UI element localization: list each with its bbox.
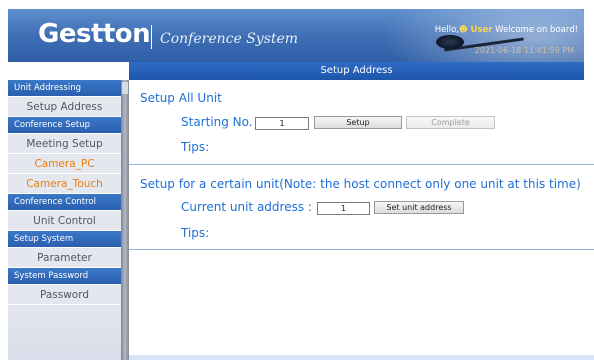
setup-all-title: Setup All Unit	[140, 91, 222, 105]
setup-button[interactable]: Setup	[314, 116, 402, 129]
welcome-text: Welcome on board!	[495, 25, 578, 35]
welcome-message: Hello,☻ User Welcome on board!	[435, 25, 578, 36]
sidebar: Unit Addressing Setup Address Conference…	[8, 80, 121, 360]
sidebar-item-camera-pc[interactable]: Camera_PC	[8, 154, 121, 174]
app-header: Gestton Conference System Hello,☻ User W…	[8, 9, 584, 62]
app-subtitle: Conference System	[160, 31, 299, 47]
main-content: Setup All Unit Starting No. 1 Setup Comp…	[129, 80, 594, 360]
starting-no-input[interactable]: 1	[255, 117, 309, 130]
current-unit-address-label: Current unit address :	[181, 200, 312, 214]
nav-group-system-password[interactable]: System Password	[8, 268, 121, 285]
sidebar-item-parameter[interactable]: Parameter	[8, 248, 121, 268]
nav-group-conference-setup[interactable]: Conference Setup	[8, 117, 121, 134]
brand-logo: Gestton	[38, 19, 151, 49]
sidebar-item-camera-touch[interactable]: Camera_Touch	[8, 174, 121, 194]
section-divider	[129, 164, 594, 165]
brand-divider	[151, 25, 152, 49]
set-unit-address-button[interactable]: Set unit address	[374, 201, 464, 214]
section-divider-bottom	[129, 249, 594, 250]
setup-unit-title: Setup for a certain unit(Note: the host …	[140, 177, 581, 191]
starting-no-label: Starting No.	[181, 115, 253, 129]
sidebar-item-setup-address[interactable]: Setup Address	[8, 97, 121, 117]
nav-group-setup-system[interactable]: Setup System	[8, 231, 121, 248]
sidebar-item-password[interactable]: Password	[8, 285, 121, 305]
nav-group-unit-addressing[interactable]: Unit Addressing	[8, 80, 121, 97]
datetime-display: 2021-06-18 11:41:59 PM	[474, 46, 574, 55]
microphone-graphic	[436, 35, 464, 49]
bottom-bar	[129, 355, 594, 360]
sidebar-item-unit-control[interactable]: Unit Control	[8, 211, 121, 231]
sidebar-scrollbar[interactable]	[121, 80, 129, 360]
nav-group-conference-control[interactable]: Conference Control	[8, 194, 121, 211]
smiley-icon: ☻	[458, 25, 468, 35]
user-name: User	[470, 25, 493, 35]
sidebar-item-meeting-setup[interactable]: Meeting Setup	[8, 134, 121, 154]
current-unit-address-input[interactable]: 1	[317, 202, 370, 215]
page-title: Setup Address	[129, 62, 584, 80]
scrollbar-thumb[interactable]	[122, 82, 128, 94]
setup-unit-tips-label: Tips:	[181, 226, 210, 240]
setup-all-tips-label: Tips:	[181, 140, 210, 154]
complete-button[interactable]: Complete	[406, 116, 495, 129]
greeting-text: Hello,	[434, 25, 459, 35]
